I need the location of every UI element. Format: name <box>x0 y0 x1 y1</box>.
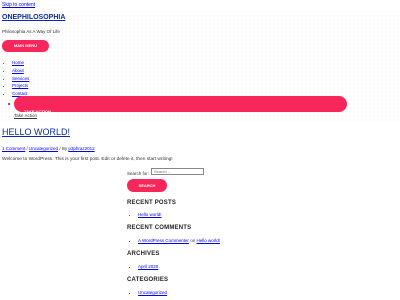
archives-title: ARCHIVES <box>127 251 160 257</box>
search-input[interactable] <box>151 168 204 175</box>
meta-by: / By <box>58 146 69 151</box>
post-title[interactable]: HELLO WORLD! <box>2 127 70 137</box>
recent-comments-list: A WordPress Commenter on Hello world! <box>133 238 220 243</box>
nav-link-home[interactable]: Home <box>12 60 24 65</box>
list-item: A WordPress Commenter on Hello world! <box>138 238 220 243</box>
take-action-button[interactable]: TAKE ACTION <box>14 96 347 114</box>
category-widget-link[interactable]: Uncategorized <box>138 290 167 295</box>
nav-item-about: About <box>12 67 29 75</box>
nav-item-services: Services <box>12 75 29 83</box>
comment-post-link[interactable]: Hello world! <box>196 238 220 243</box>
site-tagline: Philosophia As A Way Of Life <box>2 29 60 34</box>
nav-link-services[interactable]: Services <box>12 76 29 81</box>
post-meta: 1 Comment / Uncategorized / By p3phraz20… <box>2 146 95 151</box>
search-label: Search for: <box>127 171 150 176</box>
nav-item-projects: Projects <box>12 82 29 90</box>
category-link[interactable]: Uncategorized <box>29 146 58 151</box>
site-title[interactable]: ONEPHILOSOPHIA <box>2 14 65 21</box>
recent-comments-title: RECENT COMMENTS <box>127 225 192 231</box>
list-item: April 2020 <box>138 264 158 269</box>
list-item: Hello world! <box>138 212 162 217</box>
take-action-link[interactable]: Take Action <box>14 113 37 118</box>
skip-to-content-link[interactable]: Skip to content <box>2 2 35 8</box>
comments-link[interactable]: 1 Comment <box>2 146 25 151</box>
main-nav: Home About Services Projects Contact <box>6 59 29 98</box>
nav-item-home: Home <box>12 59 29 67</box>
recent-post-link[interactable]: Hello world! <box>138 212 162 217</box>
search-button[interactable]: SEARCH <box>127 179 167 192</box>
categories-list: Uncategorized <box>133 290 167 295</box>
main-menu-button[interactable]: MAIN MENU <box>2 40 49 52</box>
recent-posts-title: RECENT POSTS <box>127 200 177 206</box>
nav-bullet <box>8 103 10 105</box>
nav-link-about[interactable]: About <box>12 68 24 73</box>
comment-author-link[interactable]: A WordPress Commenter <box>138 238 189 243</box>
archive-link[interactable]: April 2020 <box>138 264 158 269</box>
archives-list: April 2020 <box>133 264 158 269</box>
nav-link-projects[interactable]: Projects <box>12 83 28 88</box>
post-excerpt: Welcome to WordPress. This is your first… <box>2 157 173 162</box>
author-link[interactable]: p3phraz2012 <box>68 146 94 151</box>
categories-title: CATEGORIES <box>127 277 169 283</box>
recent-posts-list: Hello world! <box>133 212 162 217</box>
list-item: Uncategorized <box>138 290 167 295</box>
